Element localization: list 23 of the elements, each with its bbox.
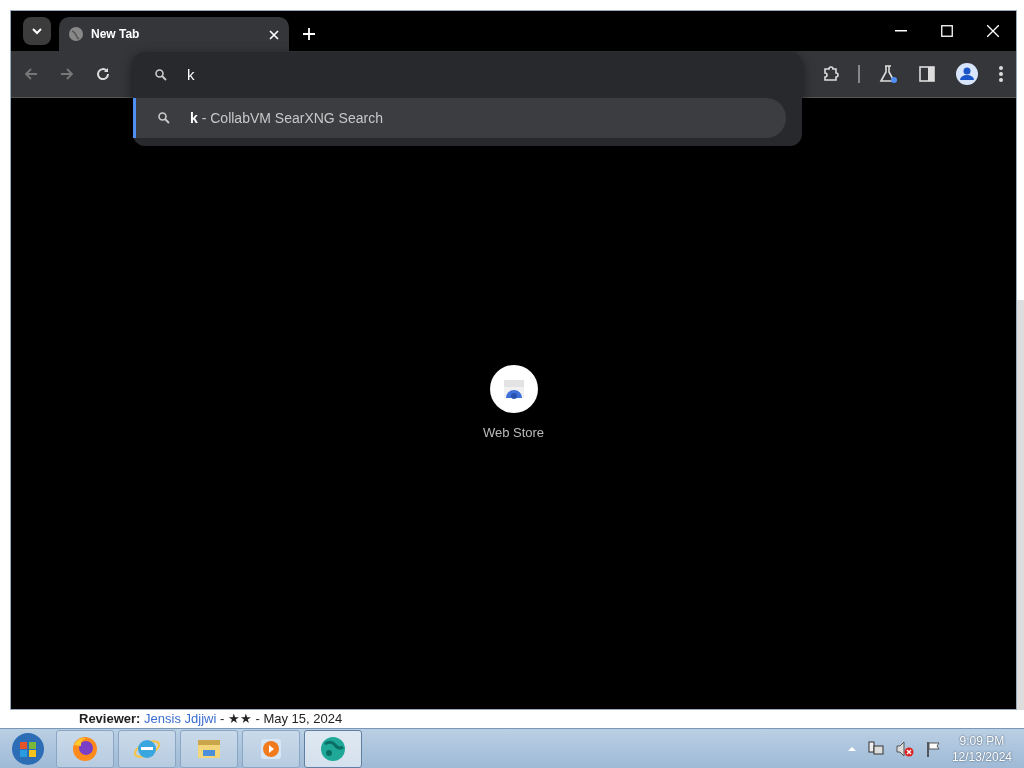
more-icon [998, 65, 1004, 83]
maximize-icon [941, 25, 953, 37]
tab-title: New Tab [91, 26, 140, 43]
search-icon [158, 112, 170, 124]
browser-tab[interactable]: New Tab [59, 17, 289, 51]
profile-button[interactable] [954, 61, 980, 87]
taskbar-app-button[interactable] [56, 729, 114, 768]
chevron-down-icon [31, 27, 43, 35]
shortcut-tile[interactable]: Web Store [476, 363, 551, 444]
globe-icon [319, 734, 347, 763]
store-icon [502, 378, 525, 399]
scrollbar[interactable] [1017, 300, 1024, 710]
reviewer-link[interactable]: Jensis Jdjjwi [144, 711, 217, 726]
globe-icon [69, 27, 83, 41]
tab-search-button[interactable] [23, 17, 51, 45]
suggestion-item[interactable]: k - CollabVM SearXNG Search [133, 98, 786, 138]
menu-button[interactable] [996, 63, 1006, 85]
taskbar-app-button[interactable] [304, 729, 362, 768]
close-icon [987, 25, 999, 37]
minimize-icon [895, 30, 907, 32]
review-line: Reviewer: Jensis Jdjjwi - ★★ - May 15, 2024 [78, 710, 344, 727]
search-icon [155, 69, 167, 81]
side-panel-button[interactable] [916, 63, 938, 85]
